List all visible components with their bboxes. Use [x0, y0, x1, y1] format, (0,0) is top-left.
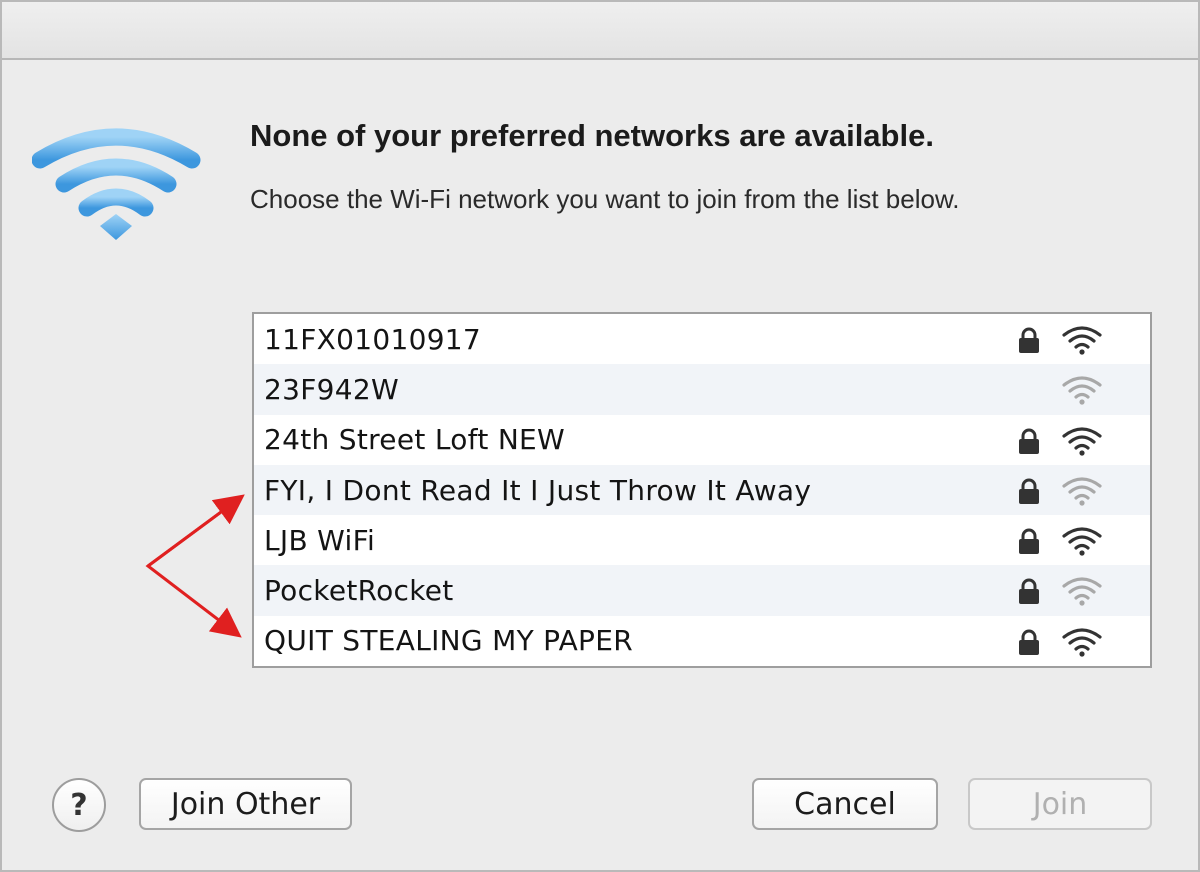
wifi-dialog: None of your preferred networks are avai…	[0, 0, 1200, 872]
cancel-button[interactable]: Cancel	[752, 778, 938, 830]
wifi-signal-icon	[1060, 323, 1104, 355]
join-other-button[interactable]: Join Other	[139, 778, 352, 830]
dialog-heading: None of your preferred networks are avai…	[250, 118, 934, 153]
network-name: QUIT STEALING MY PAPER	[264, 624, 633, 658]
annotation-arrows-icon	[145, 494, 245, 638]
network-row[interactable]: FYI, I Dont Read It I Just Throw It Away	[254, 464, 1150, 516]
network-row[interactable]: PocketRocket	[254, 565, 1150, 616]
network-row[interactable]: 11FX01010917	[254, 314, 1150, 364]
network-name: 23F942W	[264, 372, 399, 406]
network-name: PocketRocket	[264, 574, 454, 608]
lock-icon	[1016, 578, 1042, 605]
join-button[interactable]: Join	[968, 778, 1152, 830]
lock-icon	[1016, 528, 1042, 555]
title-bar[interactable]	[2, 2, 1198, 60]
network-name: FYI, I Dont Read It I Just Throw It Away	[264, 473, 812, 507]
help-button[interactable]: ?	[52, 778, 106, 832]
wifi-logo-icon	[32, 128, 201, 240]
wifi-signal-icon	[1060, 474, 1104, 506]
network-row[interactable]: 23F942W	[254, 364, 1150, 415]
lock-icon	[1016, 478, 1042, 504]
dialog-subheading: Choose the Wi-Fi network you want to joi…	[250, 184, 960, 214]
lock-icon	[1016, 629, 1042, 655]
wifi-signal-icon	[1060, 373, 1104, 405]
lock-icon	[1016, 428, 1042, 454]
network-name: 24th Street Loft NEW	[264, 423, 566, 457]
lock-icon	[1016, 327, 1042, 353]
network-name: LJB WiFi	[264, 523, 376, 557]
network-row[interactable]: QUIT STEALING MY PAPER	[254, 616, 1150, 666]
network-row[interactable]: LJB WiFi	[254, 515, 1150, 565]
network-list[interactable]: 11FX01010917 23F942W 24th Street Loft NEW F…	[252, 312, 1152, 668]
network-row[interactable]: 24th Street Loft NEW	[254, 415, 1150, 465]
network-name: 11FX01010917	[264, 322, 482, 356]
wifi-signal-icon	[1060, 424, 1104, 456]
wifi-signal-icon	[1060, 625, 1104, 657]
wifi-signal-icon	[1060, 524, 1104, 556]
wifi-signal-icon	[1060, 574, 1104, 607]
